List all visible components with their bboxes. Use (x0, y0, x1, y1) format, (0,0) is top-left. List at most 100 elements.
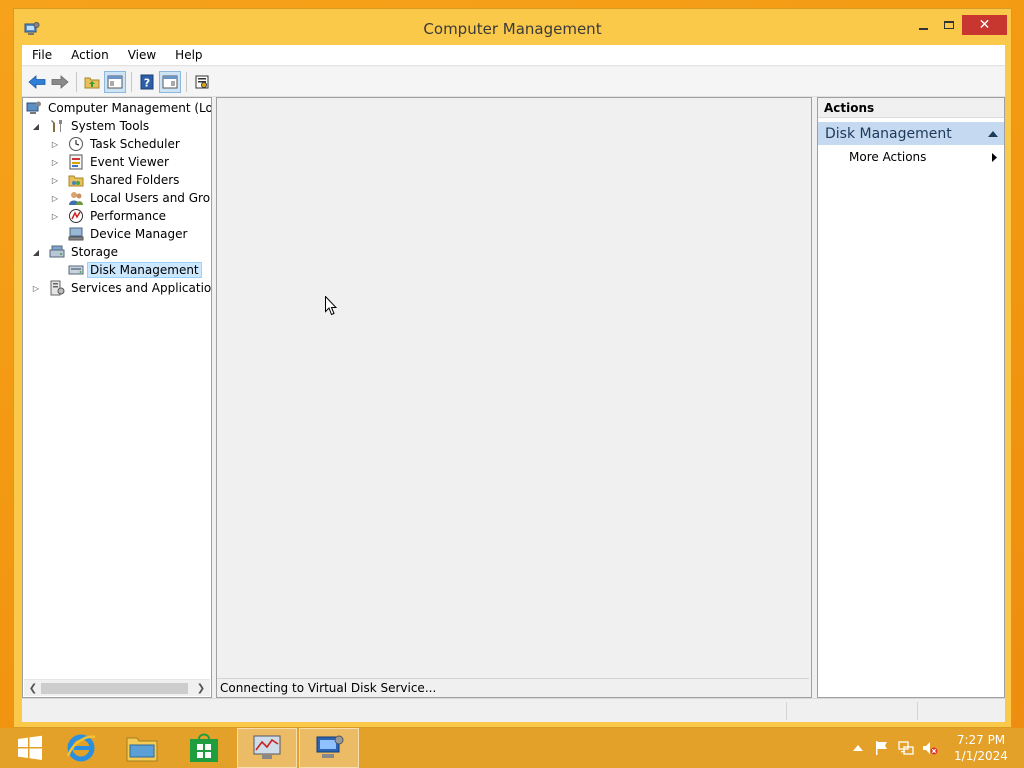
maximize-icon (944, 21, 954, 29)
network-icon (898, 741, 914, 755)
computer-management-icon (26, 101, 41, 114)
taskbar-internet-explorer[interactable] (51, 728, 111, 768)
computer-management-window: Computer Management ✕ File Action View H… (13, 8, 1012, 728)
expand-triangle-icon[interactable]: ▷ (50, 157, 60, 167)
status-divider (786, 702, 787, 720)
taskbar-file-explorer[interactable] (112, 728, 172, 768)
tree-item-label: Event Viewer (90, 155, 169, 169)
menu-bar: File Action View Help (22, 45, 1005, 66)
up-folder-icon (84, 77, 100, 88)
collapse-up-icon[interactable] (988, 130, 998, 137)
file-explorer-icon (126, 737, 158, 762)
taskbar-performance-monitor[interactable] (237, 728, 297, 768)
tree-item-label: Computer Management (Local (48, 101, 212, 115)
toolbar-separator (186, 71, 187, 92)
users-icon (69, 192, 83, 205)
properties-button[interactable] (191, 71, 213, 93)
horizontal-scrollbar[interactable]: ❮ ❯ (24, 679, 210, 696)
status-divider (917, 702, 918, 720)
status-bar (22, 698, 1005, 722)
console-tree-pane[interactable]: Computer Management (Local ◢ System Tool… (22, 97, 212, 698)
properties-icon (195, 75, 209, 88)
shared-folder-icon (68, 175, 84, 187)
storage-icon (49, 245, 65, 258)
menu-help[interactable]: Help (165, 45, 211, 66)
tree-item-shared-folders[interactable]: ▷ Shared Folders (50, 171, 182, 189)
menu-action[interactable]: Action (61, 45, 118, 66)
expand-triangle-icon[interactable]: ▷ (50, 139, 60, 149)
minimize-button[interactable] (910, 15, 936, 35)
menu-file[interactable]: File (22, 45, 61, 66)
back-button[interactable] (26, 71, 48, 93)
tree-item-label: Storage (71, 245, 118, 259)
actions-group-label: Disk Management (825, 125, 952, 142)
menu-view[interactable]: View (118, 45, 165, 66)
tray-action-center[interactable] (872, 728, 892, 768)
scroll-thumb[interactable] (41, 683, 188, 694)
volume-muted-icon (923, 742, 938, 755)
scroll-left-icon[interactable]: ❮ (27, 682, 39, 694)
performance-monitor-icon (253, 735, 281, 759)
details-pane[interactable]: Connecting to Virtual Disk Service... (216, 97, 812, 698)
clock-time: 7:27 PM (956, 733, 1006, 747)
tree-item-event-viewer[interactable]: ▷ Event Viewer (50, 153, 172, 171)
up-one-level-button[interactable] (81, 71, 103, 93)
title-bar[interactable]: Computer Management ✕ (14, 9, 1011, 45)
expand-triangle-icon[interactable]: ▷ (31, 283, 41, 293)
services-icon (50, 280, 65, 296)
close-button[interactable]: ✕ (962, 15, 1007, 35)
tree-item-computer-management[interactable]: Computer Management (Local (26, 99, 212, 117)
taskbar-computer-management[interactable] (299, 728, 359, 768)
forward-button[interactable] (49, 71, 71, 93)
clock-icon (69, 137, 83, 151)
forward-arrow-icon (51, 74, 69, 89)
tree-item-system-tools[interactable]: ◢ System Tools (31, 117, 152, 135)
show-hide-console-tree-button[interactable] (104, 70, 126, 93)
tree-item-local-users-and-groups[interactable]: ▷ Local Users and Groups (50, 189, 211, 207)
performance-icon (69, 209, 83, 223)
tray-volume[interactable] (920, 728, 940, 768)
tree-item-label: Local Users and Groups (90, 191, 211, 205)
tree-item-storage[interactable]: ◢ Storage (31, 243, 121, 261)
expand-triangle-icon[interactable]: ▷ (50, 175, 60, 185)
computer-management-icon (316, 735, 344, 758)
tray-show-hidden[interactable] (850, 728, 866, 768)
collapse-triangle-icon[interactable]: ◢ (31, 121, 41, 131)
expand-triangle-icon[interactable]: ▷ (50, 193, 60, 203)
tree-item-services-and-applications[interactable]: ▷ Services and Applications (31, 279, 211, 297)
system-tools-icon (51, 120, 62, 132)
tree-item-disk-management[interactable]: Disk Management (68, 261, 202, 279)
submenu-arrow-icon (992, 152, 997, 162)
tree-item-label: Disk Management (87, 262, 202, 278)
help-button[interactable]: ? (136, 71, 158, 93)
minimize-icon (918, 28, 928, 30)
actions-pane: Actions Disk Management More Actions (817, 97, 1005, 698)
client-area: File Action View Help ? Computer Managem… (22, 45, 1005, 722)
tree-item-task-scheduler[interactable]: ▷ Task Scheduler (50, 135, 183, 153)
expand-triangle-icon[interactable]: ▷ (50, 211, 60, 221)
show-hide-action-pane-button[interactable] (159, 70, 181, 93)
taskbar-clock[interactable]: 7:27 PM 1/1/2024 (948, 732, 1014, 764)
mouse-cursor-icon (325, 296, 337, 316)
disk-management-icon (68, 265, 84, 275)
toolbar: ? (22, 67, 1005, 97)
show-hide-console-tree-icon (107, 75, 123, 88)
more-actions-item[interactable]: More Actions (818, 145, 1004, 169)
scroll-right-icon[interactable]: ❯ (195, 682, 207, 694)
collapse-triangle-icon[interactable]: ◢ (31, 247, 41, 257)
back-arrow-icon (28, 74, 46, 89)
tree-item-label: Performance (90, 209, 167, 223)
maximize-button[interactable] (936, 15, 962, 35)
show-hide-action-pane-icon (162, 75, 178, 88)
close-icon: ✕ (978, 17, 991, 33)
tray-network[interactable] (896, 728, 916, 768)
more-actions-label: More Actions (849, 150, 927, 164)
actions-group-disk-management[interactable]: Disk Management (818, 122, 1004, 145)
tree-item-label: Device Manager (90, 227, 188, 241)
taskbar-store[interactable] (174, 728, 234, 768)
taskbar: 7:27 PM 1/1/2024 (0, 728, 1024, 768)
tree-item-performance[interactable]: ▷ Performance (50, 207, 169, 225)
tree-item-label: Shared Folders (90, 173, 180, 187)
tree-item-device-manager[interactable]: Device Manager (68, 225, 190, 243)
store-icon (190, 733, 218, 762)
